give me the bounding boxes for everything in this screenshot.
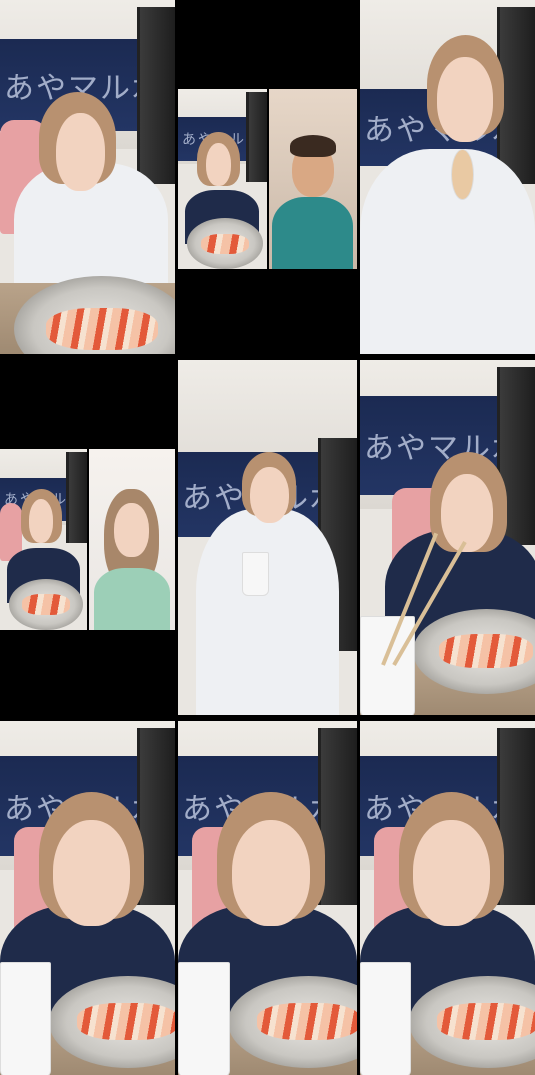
video-grid: あやマル水産 あやマル水産: [0, 0, 535, 1075]
video-tile-2[interactable]: あやマル水産: [178, 0, 357, 354]
video-tile-5[interactable]: あやマル水産: [178, 360, 357, 715]
video-tile-1[interactable]: あやマル水産: [0, 0, 175, 354]
video-tile-7[interactable]: あやマル水産: [0, 721, 175, 1075]
guest-video: [268, 88, 357, 270]
guest-video-2: [88, 448, 175, 630]
video-tile-3[interactable]: あやマル水産: [360, 0, 535, 354]
video-tile-6[interactable]: あやマル水産: [360, 360, 535, 715]
video-tile-4[interactable]: あやマル水産: [0, 360, 175, 715]
video-tile-8[interactable]: あやマル水産: [178, 721, 357, 1075]
video-tile-9[interactable]: あやマル水産: [360, 721, 535, 1075]
